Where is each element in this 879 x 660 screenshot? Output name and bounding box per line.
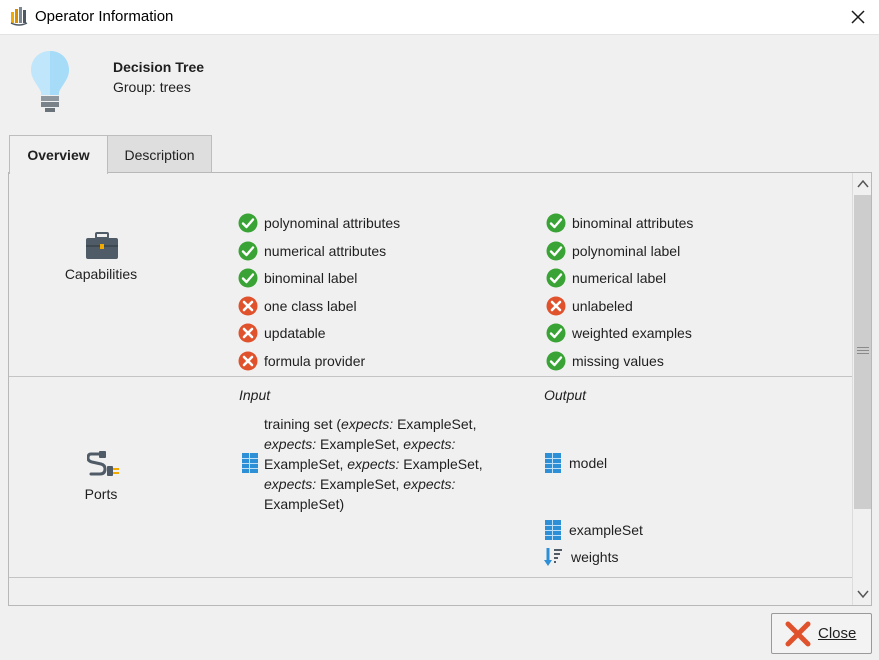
- close-button[interactable]: Close: [771, 613, 872, 654]
- close-icon: [785, 621, 811, 646]
- cross-icon: [238, 296, 258, 315]
- check-icon: [238, 213, 258, 233]
- close-icon[interactable]: [847, 6, 869, 28]
- capability-label: numerical label: [572, 270, 667, 286]
- capability-item: numerical attributes: [238, 240, 386, 262]
- cross-icon: [238, 351, 258, 370]
- capability-item: unlabeled: [546, 295, 633, 317]
- input-port-description: training set (expects: ExampleSet, expec…: [264, 416, 483, 512]
- capability-label: one class label: [264, 297, 357, 314]
- capability-item: one class label: [238, 295, 357, 317]
- table-icon: [545, 453, 561, 473]
- sort-weights-icon: [544, 548, 562, 566]
- capability-item: numerical label: [546, 267, 666, 289]
- output-port-exampleset: exampleSet: [545, 520, 643, 540]
- table-icon: [242, 453, 258, 473]
- output-port-label: model: [569, 455, 608, 471]
- check-icon: [546, 323, 566, 343]
- expects-keyword: expects:: [403, 436, 456, 452]
- capability-item: updatable: [238, 322, 326, 344]
- capability-label: numerical attributes: [264, 242, 387, 259]
- tab-overview[interactable]: Overview: [9, 135, 108, 174]
- cross-icon: [238, 323, 258, 343]
- capability-item: polynominal label: [546, 240, 680, 262]
- capability-item: formula provider: [238, 350, 365, 372]
- capability-item: weighted examples: [546, 322, 692, 344]
- operator-name: Decision Tree: [113, 59, 205, 75]
- operator-group: Group: trees: [113, 79, 191, 95]
- capability-label: formula provider: [264, 352, 366, 369]
- expected-type: ExampleSet: [320, 476, 396, 492]
- ports-label: Ports: [84, 486, 118, 502]
- grip-icon: [857, 347, 869, 354]
- input-port-name: training set: [264, 416, 333, 432]
- check-icon: [546, 213, 566, 233]
- tab-description[interactable]: Description: [108, 135, 212, 173]
- lightbulb-icon: [31, 51, 69, 112]
- capability-label: polynominal label: [572, 242, 681, 259]
- expected-type: ExampleSet: [397, 416, 473, 432]
- output-heading: Output: [544, 387, 587, 403]
- capability-label: binominal label: [264, 270, 358, 286]
- scroll-thumb[interactable]: [854, 195, 871, 509]
- expects-keyword: expects:: [264, 436, 317, 452]
- briefcase-icon: [86, 232, 118, 259]
- capability-label: unlabeled: [572, 297, 633, 314]
- output-port-model: model: [545, 453, 607, 473]
- expects-keyword: expects:: [264, 476, 317, 492]
- rapidminer-logo-icon: [10, 7, 28, 26]
- capability-item: binominal attributes: [546, 212, 693, 234]
- plug-icon: [87, 451, 119, 476]
- expected-type: ExampleSet: [264, 456, 340, 472]
- table-icon: [545, 520, 561, 540]
- capability-label: missing values: [572, 352, 664, 369]
- cross-icon: [546, 296, 566, 315]
- check-icon: [546, 351, 566, 370]
- expected-type: ExampleSet: [264, 496, 340, 512]
- capability-item: binominal label: [238, 267, 357, 289]
- expects-keyword: expects:: [341, 416, 394, 432]
- window-title: Operator Information: [35, 8, 174, 25]
- check-icon: [238, 268, 258, 288]
- output-port-weights: weights: [543, 547, 618, 567]
- scroll-up-icon[interactable]: [853, 175, 872, 193]
- check-icon: [238, 241, 258, 260]
- dialog-body: Decision Tree Group: trees Overview Desc…: [0, 34, 879, 660]
- vertical-scrollbar[interactable]: [852, 173, 872, 605]
- capability-item: missing values: [546, 350, 664, 372]
- output-port-label: exampleSet: [569, 522, 643, 538]
- overview-panel: Capabilities polynominal attributes numer…: [8, 172, 872, 606]
- scroll-down-icon[interactable]: [853, 585, 872, 603]
- expects-keyword: expects:: [347, 456, 400, 472]
- close-button-label: Close: [818, 625, 857, 642]
- expected-type: ExampleSet: [403, 456, 479, 472]
- check-icon: [546, 268, 566, 288]
- input-heading: Input: [239, 387, 271, 403]
- section-divider: [9, 577, 852, 578]
- capabilities-label: Capabilities: [64, 266, 138, 282]
- title-bar: Operator Information: [0, 0, 879, 34]
- expects-keyword: expects:: [403, 476, 456, 492]
- check-icon: [546, 241, 566, 260]
- section-divider: [9, 376, 852, 377]
- capability-label: updatable: [264, 325, 326, 341]
- capability-label: binominal attributes: [572, 215, 694, 231]
- capability-item: polynominal attributes: [238, 212, 400, 234]
- output-port-label: weights: [571, 549, 619, 565]
- expected-type: ExampleSet: [320, 436, 396, 452]
- capability-label: polynominal attributes: [264, 215, 401, 231]
- capability-label: weighted examples: [572, 325, 692, 341]
